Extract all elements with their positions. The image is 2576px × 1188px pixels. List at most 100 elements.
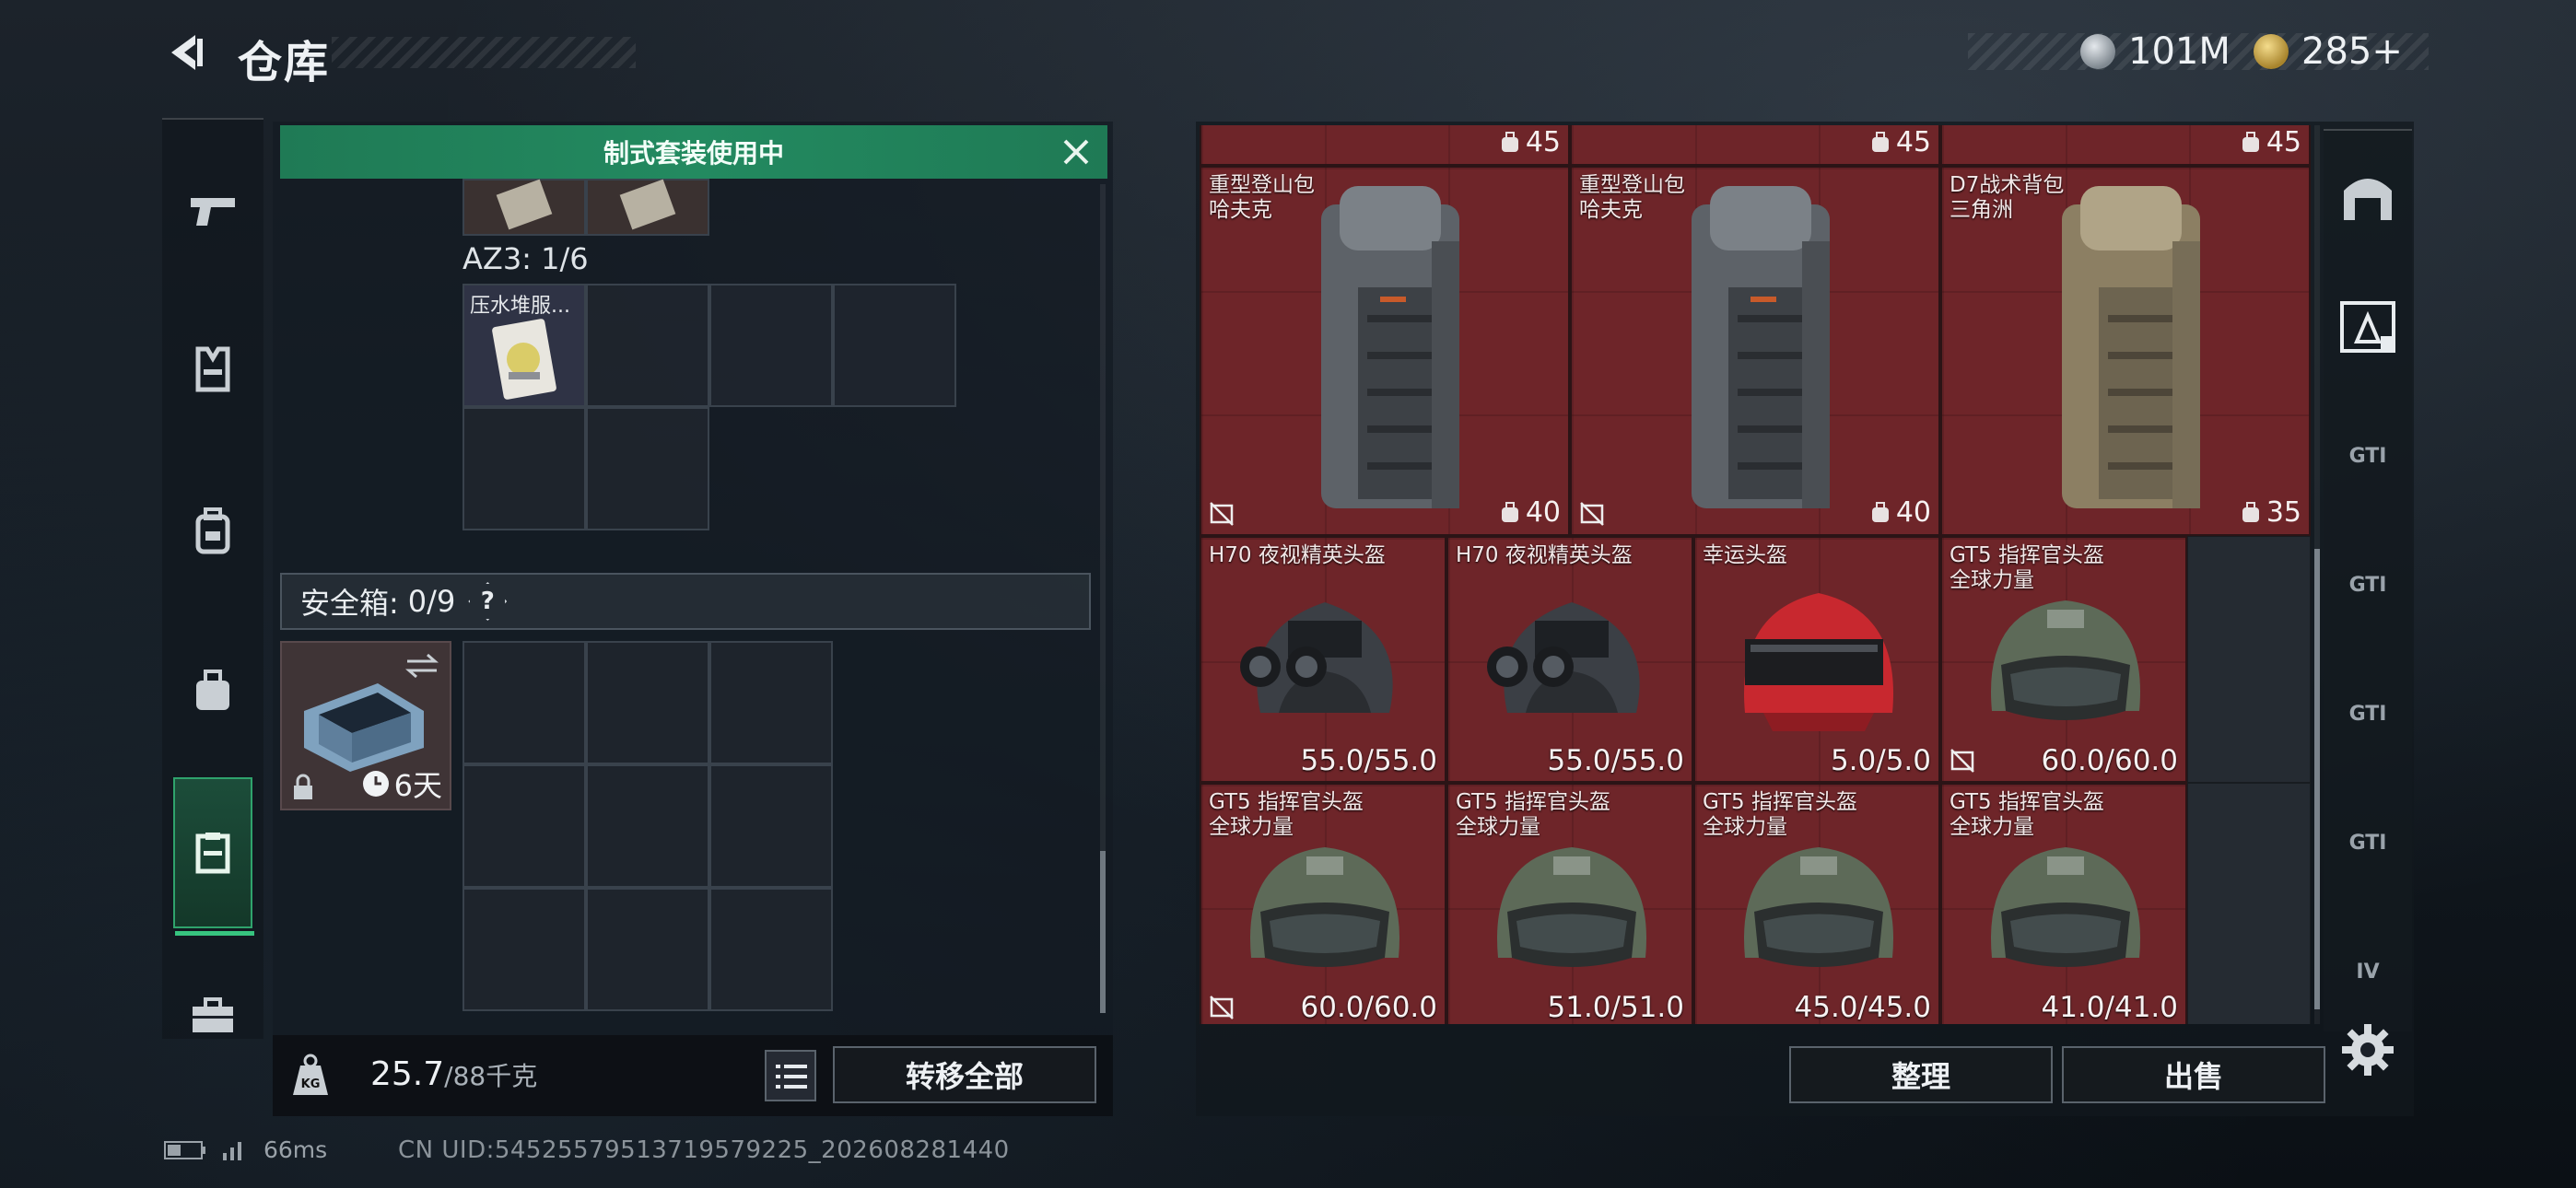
back-arrow-icon[interactable]	[162, 29, 208, 76]
stash-item-helmet[interactable]: GT5 指挥官头盔 全球力量 41.0/41.0	[1940, 783, 2187, 1024]
stash-item-partial[interactable]: 45	[1200, 125, 1570, 166]
nav-armor[interactable]	[162, 319, 263, 420]
stash-item-partial[interactable]: 45	[1570, 125, 1940, 166]
grid-slot[interactable]	[586, 179, 709, 236]
stash-item-partial[interactable]: 45	[1940, 125, 2311, 166]
armor-set-icon	[2340, 301, 2395, 353]
stash-item-helmet[interactable]: GT5 指挥官头盔 全球力量 51.0/51.0	[1446, 783, 1693, 1024]
category-all[interactable]	[2324, 155, 2412, 238]
nav-safe-box[interactable]	[173, 777, 254, 936]
sell-button[interactable]: 出售	[2062, 1046, 2325, 1103]
stash-item-helmet[interactable]: GT5 指挥官头盔 全球力量 60.0/60.0	[1200, 783, 1446, 1024]
stash-category-column: GTI GTI GTI GTI IV	[2324, 129, 2412, 1031]
page-title: 仓库	[238, 37, 331, 88]
category-gti-3[interactable]: GTI	[2324, 672, 2412, 755]
backpack-capacity-icon	[2242, 131, 2259, 152]
grid-slot[interactable]	[463, 764, 586, 888]
category-gti-2[interactable]: GTI	[2324, 543, 2412, 626]
nav-backpack[interactable]	[162, 641, 263, 742]
gold-currency[interactable]: 285+	[2254, 30, 2403, 73]
durability: 60.0/60.0	[1300, 991, 1438, 1024]
safe-container-icon	[304, 683, 424, 772]
commander-helmet-image	[1250, 847, 1399, 967]
nav-weapon[interactable]	[162, 160, 263, 262]
item-name: GT5 指挥官头盔 全球力量	[1950, 543, 2104, 592]
grid-slot[interactable]	[709, 284, 833, 407]
commander-helmet-image	[1991, 600, 2140, 720]
safe-box-icon	[195, 833, 230, 874]
grid-slot[interactable]	[709, 641, 833, 764]
grid-slot[interactable]	[586, 641, 709, 764]
category-gti-4[interactable]: GTI	[2324, 801, 2412, 884]
help-icon[interactable]: ?	[468, 582, 508, 621]
grid-slot[interactable]	[586, 888, 709, 1011]
capacity: 45	[1500, 126, 1561, 158]
user-id: CN UID:5452557951371957922​5_20260828144…	[398, 1136, 1010, 1164]
durability: 41.0/41.0	[2041, 991, 2179, 1024]
gear-icon[interactable]	[2340, 1022, 2395, 1077]
swap-icon	[405, 653, 439, 679]
grid-slot[interactable]	[463, 888, 586, 1011]
close-icon[interactable]	[1060, 135, 1093, 169]
battery-icon	[164, 1140, 205, 1159]
sort-button[interactable]: 整理	[1789, 1046, 2053, 1103]
stash-item-helmet[interactable]: H70 夜视精英头盔 55.0/55.0	[1446, 536, 1693, 783]
stash-item-backpack[interactable]: 重型登山包 哈夫克 40	[1200, 166, 1570, 536]
grid-slot[interactable]	[463, 179, 586, 236]
grid-slot[interactable]	[463, 641, 586, 764]
vest-icon	[195, 346, 230, 392]
grid-slot[interactable]	[709, 764, 833, 888]
no-trade-icon	[1950, 749, 1974, 773]
no-trade-icon	[1210, 502, 1234, 526]
silver-currency[interactable]: 101M	[2080, 30, 2231, 73]
item-name: 重型登山包 哈夫克	[1209, 173, 1315, 222]
category-iv[interactable]: IV	[2324, 930, 2412, 1013]
safe-box-timer: 6天	[361, 763, 442, 805]
capacity: 40	[1500, 496, 1561, 529]
backpack-capacity-icon	[1871, 131, 1889, 152]
empty-slot[interactable]	[2187, 783, 2311, 1024]
category-armor-set[interactable]	[2324, 285, 2412, 368]
grid-slot[interactable]	[586, 764, 709, 888]
stash-item-backpack[interactable]: D7战术背包 三角洲 35	[1940, 166, 2311, 536]
nav-chest-rig[interactable]	[162, 481, 263, 582]
grid-slot[interactable]	[709, 888, 833, 1011]
timer-text: 6天	[393, 768, 442, 803]
loadout-scrollbar[interactable]	[1100, 184, 1106, 1013]
stash-scrollbar[interactable]	[2314, 125, 2320, 1024]
empty-slot[interactable]	[2187, 536, 2311, 783]
item-name: H70 夜视精英头盔	[1456, 543, 1633, 567]
gold-amount: 285+	[2301, 30, 2403, 73]
grid-slot[interactable]	[586, 284, 709, 407]
bag-icon	[196, 670, 229, 710]
silver-amount: 101M	[2128, 30, 2231, 73]
backpack-capacity-icon	[2242, 501, 2259, 522]
capacity: 35	[2241, 496, 2301, 529]
durability: 55.0/55.0	[1300, 744, 1438, 777]
set-in-use-banner: 制式套装使用中	[280, 125, 1107, 179]
stash-item-helmet[interactable]: GT5 指挥官头盔 全球力量 60.0/60.0	[1940, 536, 2187, 783]
weight-readout: 25.7/88千克	[370, 1055, 537, 1093]
stash-item-helmet[interactable]: GT5 指挥官头盔 全球力量 45.0/45.0	[1693, 783, 1940, 1024]
category-gti-1[interactable]: GTI	[2324, 414, 2412, 497]
grid-slot[interactable]	[833, 284, 956, 407]
warehouse-icon	[2344, 179, 2392, 220]
backpack-capacity-icon	[1501, 501, 1518, 522]
weight-current: 25.7	[370, 1055, 445, 1093]
grid-slot[interactable]	[463, 407, 586, 530]
silver-coin-icon	[2080, 34, 2115, 69]
stash-item-helmet[interactable]: 幸运头盔 5.0/5.0	[1693, 536, 1940, 783]
durability: 51.0/51.0	[1547, 991, 1685, 1024]
svg-text:KG: KG	[301, 1077, 321, 1091]
list-view-button[interactable]	[765, 1050, 816, 1101]
grid-slot-item[interactable]: 压水堆服...	[463, 284, 586, 407]
nav-briefcase[interactable]	[162, 965, 263, 1066]
safe-box-item[interactable]: 6天	[280, 641, 451, 810]
transfer-all-button[interactable]: 转移全部	[833, 1046, 1096, 1103]
stash-item-backpack[interactable]: 重型登山包 哈夫克 40	[1570, 166, 1940, 536]
stash-item-helmet[interactable]: H70 夜视精英头盔 55.0/55.0	[1200, 536, 1446, 783]
durability: 45.0/45.0	[1794, 991, 1932, 1024]
grid-slot[interactable]	[586, 407, 709, 530]
stash-grid: 45 45 45 重型登山包 哈夫克 40 重型登山包 哈夫克 40 D7战术背…	[1200, 125, 2311, 1024]
commander-helmet-image	[1744, 847, 1893, 967]
